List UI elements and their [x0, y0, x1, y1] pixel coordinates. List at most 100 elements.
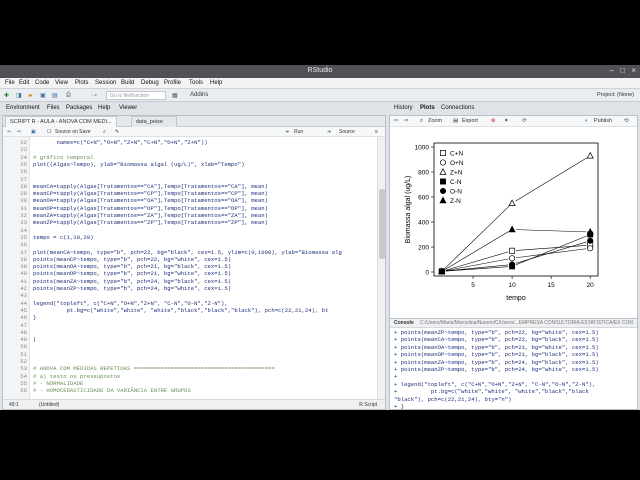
code-line: tempo = c(1,10,20) [33, 233, 94, 241]
tab-history[interactable]: History [394, 105, 413, 111]
menu-edit[interactable]: Edit [19, 80, 29, 86]
console-output[interactable]: + points(meanZP~tempo, type="b", pch=22,… [394, 329, 629, 409]
code-tools-icon[interactable]: ▦ [172, 92, 178, 99]
tab-data-peixe[interactable]: data_peixe [131, 116, 177, 127]
tab-plots[interactable]: Plots [420, 105, 435, 111]
code-line: meanOA=tapply(Algas[Tratamentos=="OA"],T… [33, 197, 268, 205]
save-all-icon[interactable]: ▤ [52, 92, 58, 99]
line-number: 41 [20, 277, 27, 285]
data-point [508, 199, 516, 207]
line-number: 24 [20, 153, 27, 161]
run-icon: ➜ [285, 129, 290, 135]
menu-plots[interactable]: Plots [75, 80, 88, 86]
remove-plot-icon[interactable]: ⊗ [491, 118, 496, 124]
x-tick-label: 20 [587, 282, 595, 289]
back-arrow-icon[interactable]: ⇦ [7, 129, 11, 135]
source-on-save-checkbox[interactable]: ☐ [47, 129, 51, 135]
source-button[interactable]: Source [339, 129, 355, 135]
legend-label: C-N [450, 179, 462, 186]
menu-session[interactable]: Session [95, 80, 116, 86]
tab-connections[interactable]: Connections [441, 105, 474, 111]
save-icon[interactable]: ▣ [40, 92, 46, 99]
y-tick-label: 600 [418, 195, 429, 202]
goto-file-input[interactable]: Go to file/function [106, 91, 166, 100]
series-line [516, 248, 587, 259]
menu-view[interactable]: View [55, 80, 68, 86]
refresh-plot-icon[interactable]: ⟲ [624, 118, 629, 124]
run-button[interactable]: Run [294, 129, 303, 135]
line-number: 45 [20, 306, 27, 314]
print-icon[interactable]: ⎙ [66, 92, 71, 99]
close-button[interactable]: × [631, 66, 636, 75]
new-project-icon[interactable]: ◨ [16, 92, 22, 99]
x-tick-label: 15 [548, 282, 556, 289]
menu-tools[interactable]: Tools [189, 80, 203, 86]
code-line: meanOP=tapply(Algas[Tratamentos=="OP"],T… [33, 204, 268, 212]
addins-menu[interactable]: Addins [190, 92, 208, 98]
menu-file[interactable]: File [5, 80, 15, 86]
line-number: 23 [20, 146, 27, 154]
legend-marker [439, 168, 447, 175]
legend-label: O-N [450, 189, 462, 196]
file-type-indicator[interactable]: R Script [359, 402, 377, 408]
menu-help[interactable]: Help [210, 80, 222, 86]
console-line: + points(meanZA~tempo, type="b", pch=24,… [394, 358, 599, 366]
line-chart: 0 200 400 600 800 1000 5 10 15 20 tempo Biomassa al… [405, 142, 599, 302]
zoom-icon: ⌕ [420, 118, 424, 124]
search-icon[interactable]: ⌕ [103, 129, 106, 135]
editor-scrollbar[interactable] [377, 137, 385, 399]
line-number: 38 [20, 255, 27, 263]
line-number: 34 [20, 226, 27, 234]
menu-debug[interactable]: Debug [141, 80, 159, 86]
menu-bar: File Edit Code View Plots Session Build … [0, 78, 640, 89]
tab-environment[interactable]: Environment [6, 105, 40, 111]
code-line: # a) testo os pressupostos [33, 372, 121, 380]
publish-button[interactable]: Publish [594, 118, 612, 124]
menu-lines-icon[interactable]: ≡ [375, 129, 378, 135]
line-number: 48 [20, 328, 27, 336]
tab-data-peixe-label: data_peixe [136, 119, 163, 125]
project-menu[interactable]: Project: (None) [597, 92, 634, 98]
forward-arrow-icon[interactable]: ⇨ [404, 118, 409, 124]
legend-marker [440, 178, 446, 185]
tab-viewer[interactable]: Viewer [119, 105, 137, 111]
code-line: meanZP=tapply(Algas[Tratamentos=="ZP"],T… [33, 219, 268, 227]
source-on-save-label: Source on Save [55, 129, 91, 135]
save-icon[interactable]: ▣ [31, 129, 36, 135]
line-number: 53 [20, 365, 27, 373]
console-title[interactable]: Console [394, 320, 414, 326]
scrollbar-thumb[interactable] [379, 189, 385, 259]
clear-plots-icon[interactable]: ✦ [504, 118, 509, 124]
code-line: meanCP=tapply(Algas[Tratamentos=="CP"],T… [33, 190, 268, 198]
series-line [445, 264, 509, 272]
line-number: 29 [20, 190, 27, 198]
wand-icon[interactable]: ✎ [115, 129, 119, 135]
menu-profile[interactable]: Profile [164, 80, 181, 86]
scope-indicator[interactable]: (Untitled) [39, 402, 59, 408]
console-line: + [394, 373, 398, 381]
code-line: points(meanZP~tempo, type="b", pch=24, b… [33, 285, 232, 292]
minimize-button[interactable]: – [610, 66, 614, 75]
console-line: + points(meanOP~tempo, type="b", pch=21,… [394, 351, 599, 359]
export-button[interactable]: Export [462, 118, 478, 124]
line-number: 25 [20, 160, 27, 168]
line-number: 32 [20, 212, 27, 219]
tab-script[interactable]: SCRIPT R - AULA - ANOVA COM MEDI... [5, 116, 117, 127]
back-arrow-icon[interactable]: ⇦ [394, 118, 399, 124]
line-number: 37 [20, 248, 27, 256]
line-number: 40 [20, 270, 27, 278]
zoom-button[interactable]: Zoom [428, 118, 442, 124]
tab-packages[interactable]: Packages [66, 105, 92, 111]
menu-build[interactable]: Build [121, 80, 134, 86]
forward-arrow-icon[interactable]: ⇨ [17, 129, 21, 135]
tab-help[interactable]: Help [98, 105, 110, 111]
line-number: 52 [20, 358, 27, 365]
open-file-icon[interactable]: ▰ [28, 92, 33, 99]
maximize-button[interactable]: □ [620, 66, 625, 75]
new-file-icon[interactable]: ✚ [4, 92, 9, 99]
refresh-icon[interactable]: ⟳ [522, 118, 527, 124]
code-editor[interactable]: 22 names=c("C+N","O+N","Z+N","C+N","O+N"… [3, 137, 377, 399]
menu-code[interactable]: Code [35, 80, 49, 86]
tab-files[interactable]: Files [47, 105, 60, 111]
line-number: 50 [20, 343, 27, 351]
